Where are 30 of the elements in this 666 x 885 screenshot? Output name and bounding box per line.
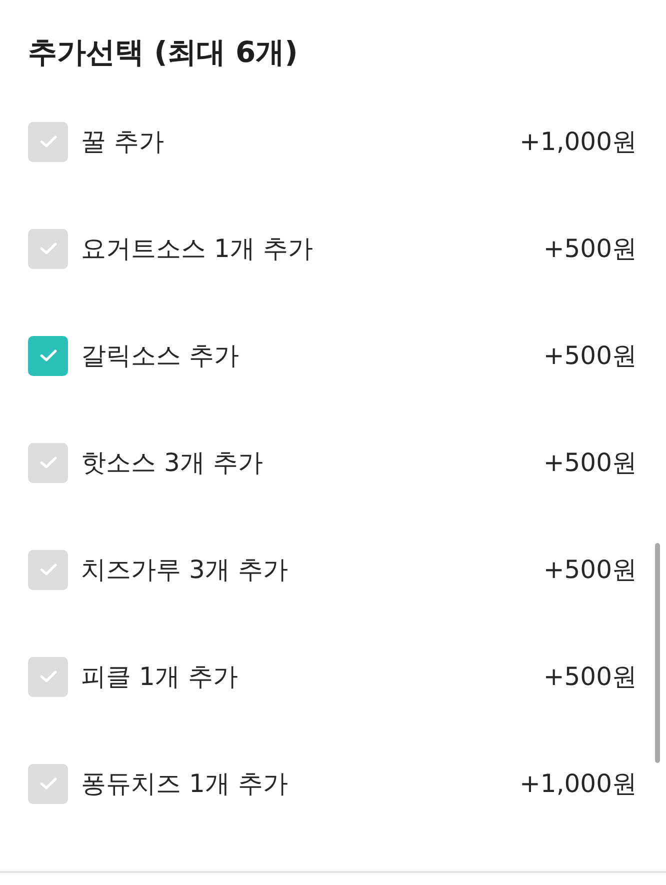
checkbox[interactable] [28,442,68,482]
check-icon [40,670,56,683]
option-label: 피클 1개 추가 [81,660,238,692]
checkbox[interactable] [28,764,68,804]
option-label: 갈릭소스 추가 [81,340,239,372]
check-icon [40,135,56,148]
option-label: 치즈가루 3개 추가 [81,554,288,586]
option-label: 꿀 추가 [81,126,164,158]
option-label: 요거트소스 1개 추가 [81,232,313,264]
option-price: +500원 [543,340,637,372]
checkbox[interactable] [28,122,68,162]
check-icon [40,349,56,362]
option-price: +500원 [543,660,637,692]
option-price: +500원 [543,446,637,478]
check-icon [40,777,56,790]
checkbox[interactable] [28,336,68,376]
option-price: +1,000원 [519,768,637,800]
option-price: +500원 [543,554,637,586]
option-label: 핫소스 3개 추가 [81,446,263,478]
check-icon [40,456,56,469]
check-icon [40,563,56,576]
checkbox[interactable] [28,550,68,590]
option-price: +500원 [543,232,637,264]
option-price: +1,000원 [519,126,637,158]
check-icon [40,242,56,255]
option-label: 퐁듀치즈 1개 추가 [81,768,288,800]
scrollbar-thumb[interactable] [655,543,660,763]
section-title: 추가선택 (최대 6개) [27,34,299,71]
checkbox[interactable] [28,656,68,696]
checkbox[interactable] [28,228,68,268]
